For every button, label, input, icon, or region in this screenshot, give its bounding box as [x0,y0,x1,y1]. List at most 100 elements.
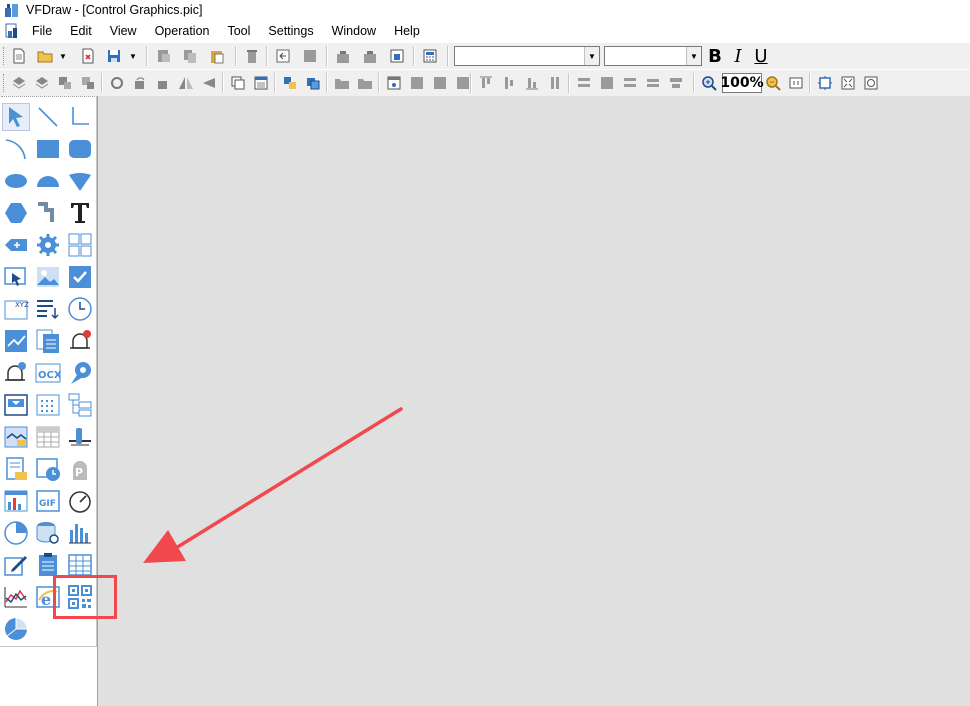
slider-tool[interactable] [66,423,94,451]
ocx-control-tool[interactable]: OCX [34,359,62,387]
bold-button[interactable]: B [704,45,726,67]
line-chart-tool[interactable] [2,583,30,611]
forward-button[interactable] [55,73,75,93]
parking-tool[interactable]: P [66,455,94,483]
window-button[interactable] [384,73,404,93]
ellipse-tool[interactable] [2,167,30,195]
xyz-input-tool[interactable]: XYZ [2,295,30,323]
menu-operation[interactable]: Operation [153,24,212,38]
chord-tool[interactable] [34,167,62,195]
same-size-button[interactable] [597,73,617,93]
align-center-button[interactable] [430,73,450,93]
schedule-tool[interactable] [34,455,62,483]
flip-horizontal-button[interactable] [176,73,196,93]
line-tool[interactable] [34,103,62,131]
document-list-tool[interactable] [34,327,62,355]
zoom-in-button[interactable] [699,73,719,93]
alarm-config-tool[interactable] [2,359,30,387]
new-file-button[interactable] [9,46,29,66]
backward-button[interactable] [78,73,98,93]
bring-front-button[interactable] [9,73,29,93]
pipe-tool[interactable] [34,199,62,227]
bar-chart-tool[interactable] [66,519,94,547]
save-dropdown-button[interactable]: ▼ [127,46,139,66]
menu-settings[interactable]: Settings [266,24,315,38]
tree-control-tool[interactable] [66,391,94,419]
space-horizontal-button[interactable] [574,73,594,93]
text-tool-tool[interactable] [66,199,94,227]
calendar-grid-tool[interactable] [34,391,62,419]
save-button[interactable] [104,46,124,66]
gear-tool[interactable] [34,231,62,259]
align-top-button[interactable] [476,73,496,93]
delete-button[interactable] [242,46,262,66]
properties-button[interactable] [387,46,407,66]
send-back-button[interactable] [32,73,52,93]
rotate-right-button[interactable] [153,73,173,93]
center-page-button[interactable] [666,73,686,93]
align-bottom-button[interactable] [522,73,542,93]
folder-open-button[interactable] [355,73,375,93]
select-arrow-tool[interactable] [2,103,30,131]
dynamic-text-tool[interactable] [2,231,30,259]
italic-button[interactable]: I [727,45,749,67]
data-table-tool[interactable] [34,423,62,451]
pie-chart-tool[interactable] [2,519,30,547]
drawing-canvas[interactable] [97,96,970,706]
close-file-button[interactable] [78,46,98,66]
ungroup-button[interactable] [360,46,380,66]
list-sort-tool[interactable] [34,295,62,323]
rotate-button[interactable] [107,73,127,93]
gauge-tool[interactable] [66,487,94,515]
font-name-select[interactable]: ▼ [454,46,600,66]
toolbar-grip[interactable] [3,47,7,65]
folder-button[interactable] [332,73,352,93]
gif-tool[interactable]: GIF [34,487,62,515]
chevron-down-icon[interactable]: ▼ [584,47,599,65]
pie-tool[interactable] [66,167,94,195]
align-middle-button[interactable] [499,73,519,93]
fan-tool[interactable] [66,359,94,387]
rounded-rectangle-tool[interactable] [66,135,94,163]
open-dropdown-button[interactable]: ▼ [57,46,69,66]
menu-file[interactable]: File [30,24,54,38]
menu-help[interactable]: Help [392,24,422,38]
button-control-tool[interactable] [2,263,30,291]
actual-size-button[interactable] [786,73,806,93]
bar-report-tool[interactable] [2,487,30,515]
database-query-tool[interactable] [34,519,62,547]
duplicate-button[interactable] [228,73,248,93]
rotate-left-button[interactable] [130,73,150,93]
list-view-button[interactable] [251,73,271,93]
polyline-tool[interactable] [66,103,94,131]
cut-button[interactable] [154,46,174,66]
undo-button[interactable] [273,46,293,66]
checkbox-tool[interactable] [66,263,94,291]
copy-button[interactable] [180,46,200,66]
rectangle-tool[interactable] [34,135,62,163]
calculator-button[interactable] [420,46,440,66]
same-width-button[interactable] [643,73,663,93]
edit-form-tool[interactable] [2,551,30,579]
image-tool[interactable] [34,263,62,291]
dropdown-control-tool[interactable] [2,391,30,419]
document-icon[interactable] [4,23,20,39]
trend-chart-tool[interactable] [2,327,30,355]
alarm-bell-tool[interactable] [66,327,94,355]
flip-vertical-button[interactable] [199,73,219,93]
menu-edit[interactable]: Edit [68,24,94,38]
layer-manager-button[interactable] [303,73,323,93]
polygon-tool[interactable] [2,199,30,227]
toolbar-grip[interactable] [3,74,7,92]
palette-grip[interactable] [1,96,95,101]
paste-button[interactable] [207,46,227,66]
refresh-button[interactable] [861,73,881,93]
fit-window-button[interactable] [838,73,858,93]
open-file-button[interactable] [35,46,55,66]
history-curve-tool[interactable] [2,423,30,451]
underline-button[interactable]: U [750,45,772,67]
menu-tool[interactable]: Tool [225,24,252,38]
same-height-button[interactable] [545,73,565,93]
grid-block-tool[interactable] [66,231,94,259]
menu-window[interactable]: Window [330,24,378,38]
